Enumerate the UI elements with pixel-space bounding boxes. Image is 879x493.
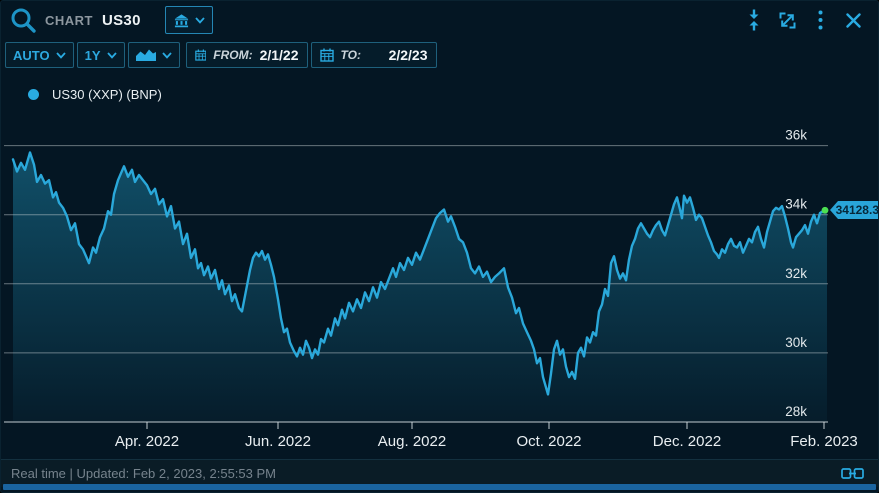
x-axis-label: Jun. 2022 xyxy=(245,433,311,450)
y-axis-label: 28k xyxy=(785,404,807,419)
status-text: Real time | Updated: Feb 2, 2023, 2:55:5… xyxy=(11,466,276,481)
series-area-fill xyxy=(13,153,827,423)
status-bar: Real time | Updated: Feb 2, 2023, 2:55:5… xyxy=(1,459,878,487)
link-icon xyxy=(841,467,864,480)
x-axis-label: Aug. 2022 xyxy=(378,433,446,450)
bottom-accent-bar xyxy=(3,484,876,490)
link-panel-button[interactable] xyxy=(841,467,864,480)
y-axis-label: 34k xyxy=(785,197,807,212)
x-axis-label: Apr. 2022 xyxy=(115,433,179,450)
y-axis-label: 30k xyxy=(785,335,807,350)
x-axis-label: Dec. 2022 xyxy=(653,433,721,450)
last-price-tag: 34128.3 xyxy=(830,201,879,219)
y-axis-label: 36k xyxy=(785,128,807,143)
price-chart-plot[interactable]: 36k 34k 32k 30k 28k Apr. 2022 Jun. 2022 Aug. 20… xyxy=(1,1,879,459)
x-axis-label: Oct. 2022 xyxy=(516,433,581,450)
chart-panel-window: CHART US30 xyxy=(0,0,879,493)
x-axis-label: Feb. 2023 xyxy=(790,433,858,450)
y-axis-label: 32k xyxy=(785,266,807,281)
last-price-marker xyxy=(822,207,829,214)
